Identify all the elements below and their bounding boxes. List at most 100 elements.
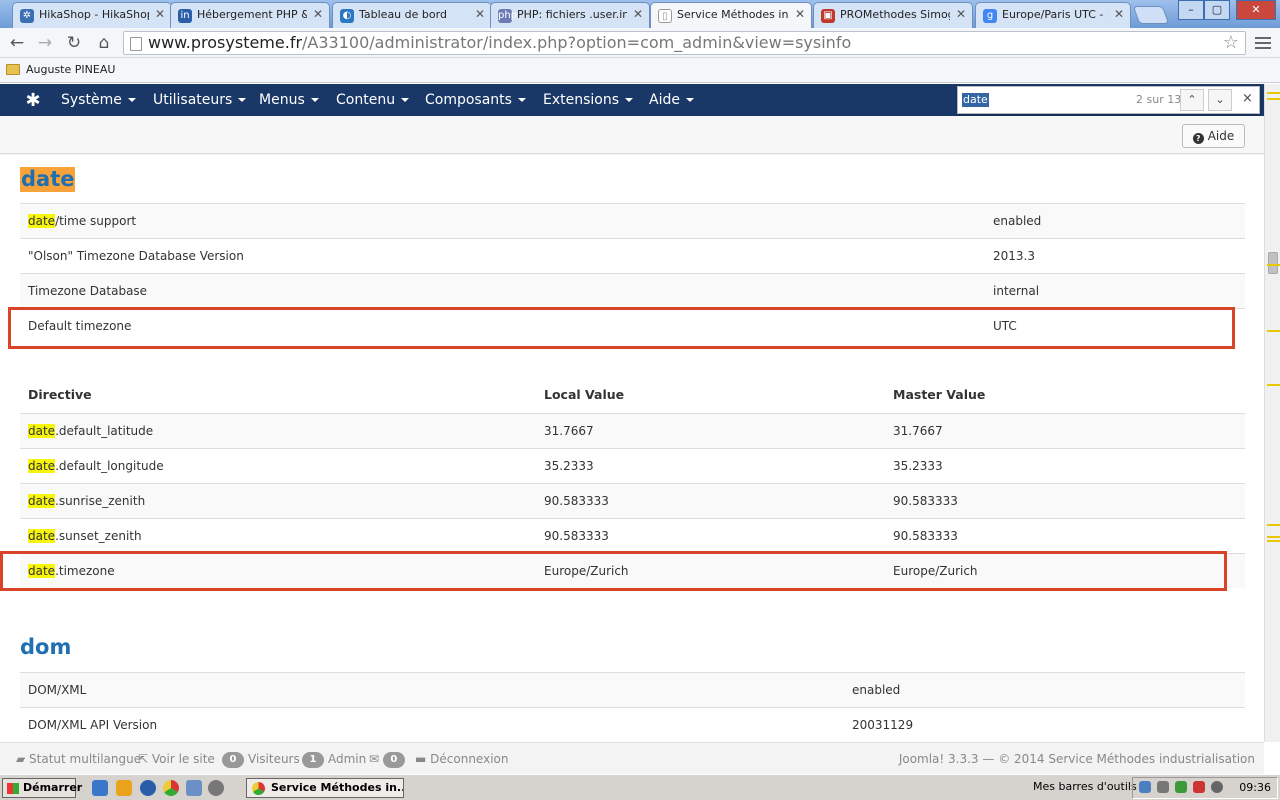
reload-icon[interactable]: ↻ [63,32,85,54]
tab-close-icon[interactable]: ✕ [155,7,165,21]
minus-icon: ▬ [415,752,431,766]
close-window-button[interactable]: ✕ [1236,0,1276,20]
browser-tab[interactable]: php PHP: fichiers .user.ini ✕ [490,2,650,28]
browser-tab[interactable]: ▣ PROMethodes Simogr ✕ [813,2,973,28]
scrollbar-thumb[interactable] [1268,252,1278,274]
search-highlight: date [28,214,56,228]
logout-link[interactable]: ▬ Déconnexion [415,743,508,775]
messages-status[interactable]: ✉ 0 [369,743,409,775]
tab-favicon-icon: ▣ [821,9,835,23]
section-heading-dom: dom [20,635,72,659]
browser-tab[interactable]: in Hébergement PHP & M ✕ [170,2,330,28]
nav-menu-utilisateurs[interactable]: Utilisateurs [153,84,247,116]
directive-cell: date.sunset_zenith [28,519,142,553]
joomla-logo-icon[interactable]: ✱ [22,90,44,112]
chrome-icon[interactable] [163,780,179,796]
directive-cell: date.default_longitude [28,449,164,483]
windows-logo-icon [7,783,19,794]
user-icon[interactable] [186,780,202,796]
default-timezone-highlight-box [8,307,1235,349]
visitors-status[interactable]: 0 Visiteurs [222,743,300,775]
tab-favicon-icon: ▯ [658,9,672,23]
table-row: date/time support enabled [20,203,1245,238]
tab-close-icon[interactable]: ✕ [1114,7,1124,21]
start-label: Démarrer [23,781,83,794]
nav-menu-menus[interactable]: Menus [259,84,319,116]
local-value: 90.583333 [544,529,609,543]
find-next-button[interactable]: ⌄ [1208,89,1232,111]
chevron-down-icon [517,98,526,102]
table-row: date.sunset_zenith 90.583333 90.583333 [20,518,1245,553]
chevron-down-icon [238,98,247,102]
ie-icon[interactable] [92,780,108,796]
tab-close-icon[interactable]: ✕ [633,7,643,21]
browser-tab[interactable]: ▯ Service Méthodes indu ✕ [650,2,812,28]
security-icon[interactable] [1175,781,1187,793]
chrome-menu-icon[interactable] [1254,34,1272,52]
network-icon[interactable] [1139,781,1151,793]
update-icon[interactable] [1211,781,1223,793]
multilang-status[interactable]: ▰ Statut multilangue [16,743,141,775]
master-value: 31.7667 [893,424,943,438]
subhead-toolbar: ? Aide [0,116,1264,154]
home-icon[interactable]: ⌂ [93,32,115,54]
help-button[interactable]: ? Aide [1182,124,1245,148]
nav-menu-composants[interactable]: Composants [425,84,526,116]
nav-menu-systeme[interactable]: Système [61,84,136,116]
table-header-row: Directive Local Value Master Value [20,378,1245,413]
minimize-button[interactable]: – [1178,0,1204,20]
view-site-link[interactable]: ⇱ Voir le site [138,743,215,775]
nav-menu-label: Aide [649,92,680,108]
find-match-marker [1267,92,1280,94]
col-local-value: Local Value [544,387,625,402]
dom-value: 20031129 [852,718,914,732]
alert-icon[interactable] [1193,781,1205,793]
browser-tab[interactable]: ◐ Tableau de bord ✕ [332,2,492,28]
bookmark-folder[interactable]: Auguste PINEAU [6,63,115,76]
dom-label: DOM/XML API Version [28,718,158,732]
tab-close-icon[interactable]: ✕ [956,7,966,21]
outlook-icon[interactable] [116,780,132,796]
table-row: DOM/XML API Version 20031129 [20,707,1245,742]
tab-close-icon[interactable]: ✕ [313,7,323,21]
browser-tab[interactable]: g Europe/Paris UTC - Re ✕ [975,2,1131,28]
info-label: Timezone Database [28,284,148,298]
settings-icon[interactable] [208,780,224,796]
tab-favicon-icon: php [498,9,518,23]
find-input[interactable]: date [962,93,989,107]
browser-tab[interactable]: ✲ HikaShop - HikaShop ✕ [12,2,172,28]
page-scrollbar[interactable] [1264,84,1280,742]
visitors-badge: 0 [222,752,244,768]
system-tray: 09:36 [1132,777,1278,799]
page-icon [130,37,142,51]
back-arrow-icon[interactable]: ← [6,32,28,54]
find-match-marker [1267,524,1280,526]
nav-menu-label: Composants [425,92,512,108]
nav-menu-contenu[interactable]: Contenu [336,84,410,116]
volume-icon[interactable] [1157,781,1169,793]
admin-status[interactable]: 1 Admin [302,743,366,775]
bookmark-star-icon[interactable]: ☆ [1223,32,1239,54]
find-previous-button[interactable]: ⌃ [1180,89,1204,111]
nav-menu-extensions[interactable]: Extensions [543,84,634,116]
media-player-icon[interactable] [140,780,156,796]
nav-menu-label: Contenu [336,92,396,108]
url-host: www.prosysteme.fr [148,33,303,52]
address-bar[interactable]: www.prosysteme.fr/A33100/administrator/i… [123,31,1246,55]
nav-menu-aide[interactable]: Aide [649,84,694,116]
maximize-button[interactable]: ▢ [1204,0,1230,20]
toolbars-menu[interactable]: Mes barres d'outils » [1033,778,1147,796]
section-heading-date: date [20,167,76,192]
bookmark-label: Auguste PINEAU [26,63,116,76]
start-button[interactable]: Démarrer [2,778,82,798]
tab-label: Europe/Paris UTC - Re [1002,8,1108,21]
find-match-count: 2 sur 13 [1136,93,1182,106]
new-tab-button[interactable] [1132,6,1170,24]
search-highlight: date [28,424,56,438]
taskbar-chrome-window[interactable]: Service Méthodes in... [246,778,404,798]
master-value: 90.583333 [893,494,958,508]
forward-arrow-icon[interactable]: → [34,32,56,54]
tab-close-icon[interactable]: ✕ [475,7,485,21]
tab-close-icon[interactable]: ✕ [795,7,805,21]
find-close-icon[interactable]: × [1242,91,1253,106]
